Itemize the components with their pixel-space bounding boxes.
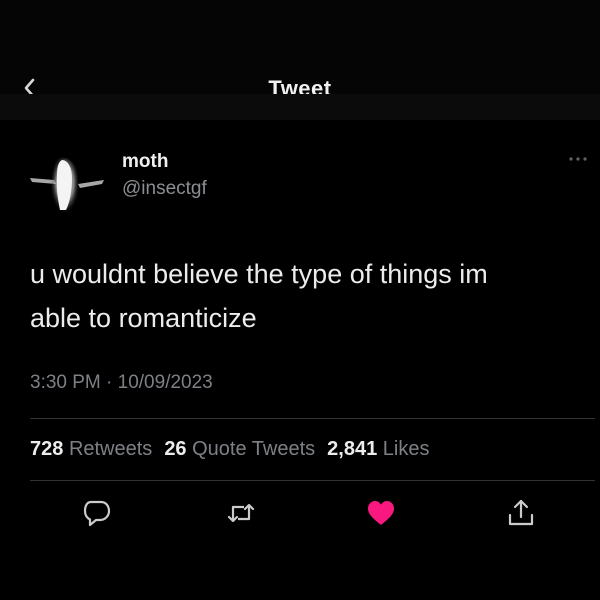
reply-button[interactable] bbox=[82, 498, 112, 528]
reply-bubble-icon bbox=[83, 500, 111, 527]
header-title: Tweet bbox=[268, 76, 332, 94]
avatar[interactable] bbox=[26, 148, 108, 220]
like-button[interactable] bbox=[366, 498, 396, 528]
author-handle[interactable]: @insectgf bbox=[122, 178, 207, 200]
retweets-label: Retweets bbox=[68, 438, 153, 460]
retweets-count: 728 bbox=[30, 438, 64, 460]
tweet-text: u wouldnt believe the type of things im … bbox=[30, 252, 575, 340]
quotes-count: 26 bbox=[164, 438, 187, 460]
likes-label: Likes bbox=[382, 438, 430, 460]
retweet-icon bbox=[227, 503, 255, 523]
divider bbox=[30, 480, 595, 481]
tweet-stats: 728 Retweets 26 Quote Tweets 2,841 Likes bbox=[30, 438, 430, 461]
tweet-text-line-1: u wouldnt believe the type of things im bbox=[30, 259, 488, 289]
heart-icon bbox=[368, 501, 394, 525]
tweet-text-line-2: able to romanticize bbox=[30, 303, 257, 333]
share-button[interactable] bbox=[506, 498, 536, 528]
likes-count: 2,841 bbox=[327, 438, 378, 460]
retweets-stat[interactable]: 728 Retweets bbox=[30, 438, 152, 460]
likes-stat[interactable]: 2,841 Likes bbox=[327, 438, 429, 460]
author-display-name[interactable]: moth bbox=[122, 151, 168, 173]
divider bbox=[30, 418, 595, 419]
header-bottom-band bbox=[0, 94, 600, 120]
retweet-button[interactable] bbox=[226, 498, 256, 528]
quotes-stat[interactable]: 26 Quote Tweets bbox=[164, 438, 315, 460]
more-dots-icon bbox=[569, 157, 587, 161]
share-icon bbox=[508, 499, 534, 526]
top-header: Tweet bbox=[0, 0, 600, 120]
more-options-button[interactable] bbox=[566, 152, 590, 166]
quotes-label: Quote Tweets bbox=[192, 438, 316, 460]
tweet-timestamp[interactable]: 3:30 PM · 10/09/2023 bbox=[30, 372, 213, 394]
